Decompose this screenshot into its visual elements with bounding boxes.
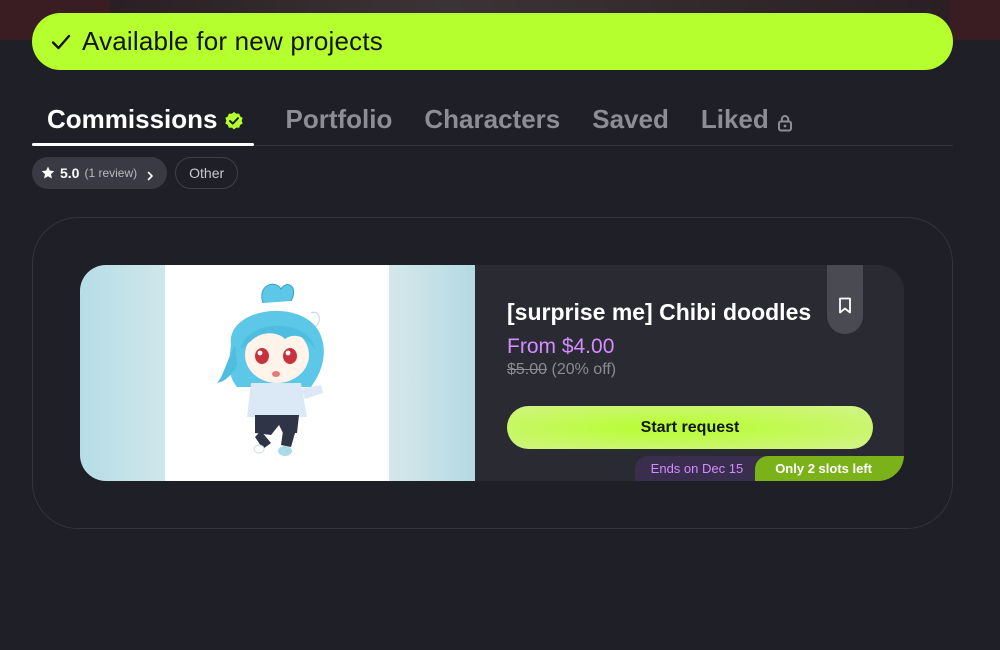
rating-value: 5.0	[60, 165, 80, 181]
verified-check-icon	[224, 107, 244, 130]
availability-text: Available for new projects	[82, 26, 383, 56]
lock-icon	[777, 108, 793, 132]
original-price: $5.00	[507, 361, 548, 378]
tab-label: Commissions	[47, 104, 218, 134]
commission-card[interactable]: [surprise me] Chibi doodles From $4.00 $…	[80, 265, 904, 481]
profile-tabs: Commissions Portfolio Characters Saved L…	[32, 95, 953, 146]
tab-characters[interactable]: Characters	[424, 95, 560, 145]
chibi-illustration	[165, 265, 389, 481]
commission-details: [surprise me] Chibi doodles From $4.00 $…	[507, 265, 904, 481]
bookmark-button[interactable]	[827, 265, 863, 334]
star-icon	[41, 166, 55, 180]
tab-saved[interactable]: Saved	[592, 95, 669, 145]
tab-liked[interactable]: Liked	[701, 95, 793, 145]
card-tags: Ends on Dec 15 Only 2 slots left	[634, 456, 904, 481]
original-price-row: $5.00 (20% off)	[507, 361, 616, 379]
check-icon	[50, 31, 72, 53]
commission-thumbnail[interactable]	[80, 265, 475, 481]
tab-portfolio[interactable]: Portfolio	[286, 95, 393, 145]
discount-label: (20% off)	[551, 361, 617, 378]
commission-price: From $4.00	[507, 335, 615, 358]
commission-title[interactable]: [surprise me] Chibi doodles	[507, 299, 811, 326]
review-count: (1 review)	[84, 166, 138, 180]
tab-label: Saved	[592, 104, 669, 134]
rating-chip[interactable]: 5.0 (1 review)	[32, 157, 168, 189]
tab-label: Portfolio	[285, 104, 393, 134]
availability-banner: Available for new projects	[32, 13, 953, 70]
filter-chip-other[interactable]: Other	[175, 157, 239, 189]
start-request-button[interactable]: Start request	[507, 406, 873, 449]
tab-label: Liked	[700, 104, 769, 134]
tab-label: Characters	[424, 104, 561, 134]
ends-date-badge: Ends on Dec 15	[634, 456, 776, 481]
slots-left-badge: Only 2 slots left	[755, 456, 904, 481]
bookmark-icon	[838, 297, 852, 319]
tab-commissions[interactable]: Commissions	[32, 95, 254, 146]
filter-chips: 5.0 (1 review) Other	[32, 157, 239, 189]
chevron-right-icon	[145, 168, 155, 181]
